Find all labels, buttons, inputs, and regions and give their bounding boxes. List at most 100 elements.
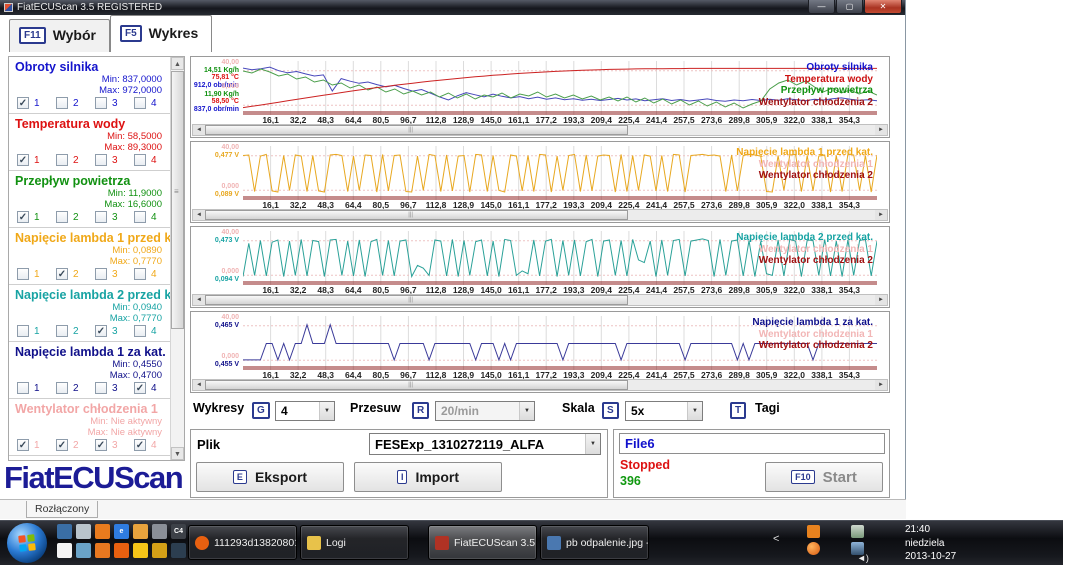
start-button[interactable]: F10 Start xyxy=(765,462,883,492)
plik-select[interactable]: FESExp_1310272119_ALFA ▼ xyxy=(369,433,601,455)
sphere-icon[interactable] xyxy=(76,543,91,558)
checkbox[interactable]: ✓ xyxy=(134,382,146,394)
taskbar-clock[interactable]: 21:40 niedziela 2013-10-27 xyxy=(905,523,956,564)
checkbox[interactable] xyxy=(56,97,68,109)
tray-network-icon[interactable] xyxy=(851,525,864,538)
taskbar-button[interactable]: FiatECUScan 3.5 RE... xyxy=(428,525,537,560)
skype-icon[interactable] xyxy=(95,524,110,539)
checkbox-label: 3 xyxy=(112,440,118,451)
y-axis-labels-top: 40,000,477 V xyxy=(193,144,239,159)
bag-icon[interactable] xyxy=(152,543,167,558)
chevron-down-icon[interactable]: ▼ xyxy=(687,402,702,420)
windows-flag-icon xyxy=(18,534,36,552)
scrollbar-thumb[interactable] xyxy=(171,71,184,329)
checkbox[interactable] xyxy=(134,97,146,109)
chevron-down-icon[interactable]: ▼ xyxy=(319,402,334,420)
checkbox-row: ✓1234 xyxy=(17,211,173,223)
e-key-badge: E xyxy=(233,470,247,484)
eksport-button[interactable]: E Eksport xyxy=(196,462,344,492)
tray-volume-icon[interactable]: ◄) xyxy=(857,553,869,563)
legend-entry: Wentylator chłodzenia 1 xyxy=(736,159,873,171)
tray-expander-icon[interactable]: < xyxy=(773,533,779,545)
tab-wybor[interactable]: F11 Wybór xyxy=(9,19,110,52)
skala-select[interactable]: 5x ▼ xyxy=(625,401,703,421)
checkbox[interactable]: ✓ xyxy=(17,154,29,166)
scroll-down-icon[interactable]: ▼ xyxy=(171,447,184,460)
checkbox[interactable]: ✓ xyxy=(134,439,146,451)
checkbox-group: ✓2 xyxy=(56,439,95,451)
checkbox[interactable] xyxy=(17,325,29,337)
checkbox[interactable]: ✓ xyxy=(56,439,68,451)
przesuw-select[interactable]: 20/min ▼ xyxy=(435,401,535,421)
tab-wykres[interactable]: F5 Wykres xyxy=(110,15,212,52)
c4-icon[interactable]: C4 xyxy=(171,524,186,539)
wykresy-select[interactable]: 4 ▼ xyxy=(275,401,335,421)
checkbox[interactable] xyxy=(17,382,29,394)
scroll-up-icon[interactable]: ▲ xyxy=(171,57,184,70)
checkbox[interactable] xyxy=(134,268,146,280)
checkbox[interactable] xyxy=(17,268,29,280)
notepad-icon[interactable] xyxy=(57,543,72,558)
remote-desktop-icon[interactable] xyxy=(57,524,72,539)
chevron-down-icon[interactable]: ▼ xyxy=(585,434,600,454)
tray-app-icon[interactable] xyxy=(807,542,820,555)
chart-scrollbar[interactable]: ◄► xyxy=(192,124,888,136)
tagi-label: Tagi xyxy=(755,401,780,415)
checkbox[interactable]: ✓ xyxy=(95,325,107,337)
minimize-button[interactable]: — xyxy=(808,0,835,14)
checkbox[interactable] xyxy=(95,382,107,394)
taskbar-button[interactable]: Logi xyxy=(300,525,409,560)
scroll-left-icon[interactable]: ◄ xyxy=(193,125,205,135)
checkbox[interactable] xyxy=(134,154,146,166)
parameter-max: Max: 89,3000 xyxy=(104,142,162,153)
checkbox[interactable] xyxy=(56,382,68,394)
sidebar-scrollbar[interactable]: ▲ ▼ xyxy=(170,57,184,460)
scrollbar-thumb[interactable] xyxy=(205,295,628,305)
scroll-left-icon[interactable]: ◄ xyxy=(193,210,205,220)
checkbox[interactable] xyxy=(95,97,107,109)
checkbox[interactable]: ✓ xyxy=(95,439,107,451)
ie-icon[interactable]: e xyxy=(114,524,129,539)
scroll-right-icon[interactable]: ► xyxy=(875,210,887,220)
scroll-right-icon[interactable]: ► xyxy=(875,295,887,305)
checkbox[interactable] xyxy=(95,268,107,280)
taskbar-button[interactable]: pb odpalenie.jpg - P... xyxy=(540,525,649,560)
import-button[interactable]: I Import xyxy=(354,462,502,492)
scrollbar-thumb[interactable] xyxy=(205,125,628,135)
start-button-orb[interactable] xyxy=(7,523,47,563)
pen-icon[interactable] xyxy=(152,524,167,539)
chart-scrollbar[interactable]: ◄► xyxy=(192,379,888,391)
chart-scrollbar[interactable]: ◄► xyxy=(192,294,888,306)
checkbox[interactable]: ✓ xyxy=(17,97,29,109)
explorer-icon[interactable] xyxy=(76,524,91,539)
close-button[interactable]: ✕ xyxy=(864,0,902,14)
checkbox[interactable]: ✓ xyxy=(56,268,68,280)
taskbar-button[interactable]: 111293d1382080194... xyxy=(188,525,297,560)
sun-icon[interactable] xyxy=(133,543,148,558)
scroll-left-icon[interactable]: ◄ xyxy=(193,295,205,305)
maximize-button[interactable]: ▢ xyxy=(836,0,863,14)
scrollbar-thumb[interactable] xyxy=(205,380,628,390)
scroll-left-icon[interactable]: ◄ xyxy=(193,380,205,390)
checkbox-group: ✓1 xyxy=(17,211,56,223)
checkbox[interactable] xyxy=(56,211,68,223)
checkbox-group: 3 xyxy=(95,211,134,223)
checkbox[interactable] xyxy=(95,154,107,166)
firefox-icon[interactable] xyxy=(114,543,129,558)
checkbox[interactable] xyxy=(134,211,146,223)
photoshop-icon[interactable] xyxy=(171,543,186,558)
scroll-right-icon[interactable]: ► xyxy=(875,125,887,135)
picasa-icon[interactable] xyxy=(95,543,110,558)
checkbox[interactable] xyxy=(56,154,68,166)
checkbox[interactable]: ✓ xyxy=(17,211,29,223)
checkbox[interactable] xyxy=(56,325,68,337)
chart-scrollbar[interactable]: ◄► xyxy=(192,209,888,221)
media-player-icon[interactable] xyxy=(133,524,148,539)
checkbox[interactable] xyxy=(95,211,107,223)
tray-update-icon[interactable] xyxy=(807,525,820,538)
scrollbar-thumb[interactable] xyxy=(205,210,628,220)
checkbox[interactable]: ✓ xyxy=(17,439,29,451)
chevron-down-icon[interactable]: ▼ xyxy=(519,402,534,420)
checkbox[interactable] xyxy=(134,325,146,337)
scroll-right-icon[interactable]: ► xyxy=(875,380,887,390)
